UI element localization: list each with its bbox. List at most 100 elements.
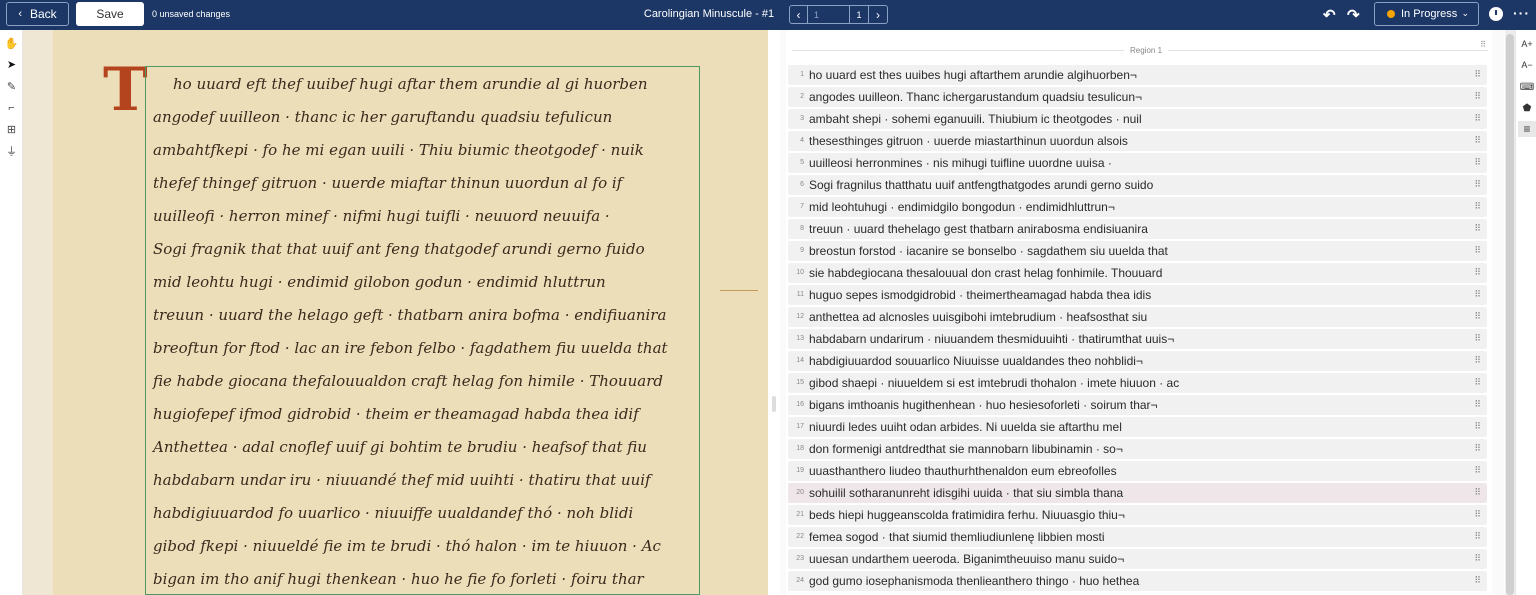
scrollbar-thumb[interactable] — [1506, 34, 1514, 595]
transcription-line[interactable]: 4 thesesthinges gitruon · uuerde miastart… — [788, 131, 1487, 151]
transcription-line[interactable]: 6 Sogi fragnilus thatthatu uuif antfength… — [788, 175, 1487, 195]
baseline-icon[interactable]: ⏚ — [2, 142, 21, 160]
drag-handle-icon[interactable]: ⠿ — [1474, 465, 1481, 476]
line-text[interactable]: Sogi fragnilus thatthatu uuif antfengtha… — [809, 178, 1153, 192]
line-text[interactable]: beds hiepi huggeanscolda fratimidira fer… — [809, 508, 1125, 522]
more-options-icon[interactable]: ··· — [1513, 5, 1530, 21]
drag-handle-icon[interactable]: ⠿ — [1474, 355, 1481, 366]
transcription-line[interactable]: 22 femea sogod · that siumid themliudiunl… — [788, 527, 1487, 547]
drag-handle-icon[interactable]: ⠿ — [1474, 267, 1481, 278]
transcription-line[interactable]: 14 habdigiuuardod souuarlico Niuuisse uua… — [788, 351, 1487, 371]
font-increase-button[interactable]: A+ — [1518, 36, 1536, 52]
transcription-line[interactable]: 23 uuesan undarthem ueeroda. Biganimtheuu… — [788, 549, 1487, 569]
undo-icon[interactable]: ↶ — [1323, 6, 1336, 24]
line-text[interactable]: god gumo iosephanismoda thenlieanthero t… — [809, 574, 1139, 588]
transcription-line[interactable]: 11 huguo sepes ismodgidrobid · theimerthe… — [788, 285, 1487, 305]
line-text[interactable]: femea sogod · that siumid themliudiunlen… — [809, 530, 1105, 544]
drag-handle-icon[interactable]: ⠿ — [1474, 399, 1481, 410]
line-text[interactable]: mid leohtuhugi · endimidgilo bongodun · … — [809, 200, 1115, 214]
line-text[interactable]: sohuilil sotharanunreht idisgihi uuida ·… — [809, 486, 1123, 500]
transcription-line[interactable]: 7 mid leohtuhugi · endimidgilo bongodun ·… — [788, 197, 1487, 217]
drag-handle-icon[interactable]: ⠿ — [1474, 553, 1481, 564]
transcription-line[interactable]: 8 treuun · uuard thehelago gest thatbarn … — [788, 219, 1487, 239]
keyboard-icon[interactable]: ⌨ — [1518, 79, 1536, 95]
transcription-line[interactable]: 5 uuilleosi herronmines · nis mihugi tuif… — [788, 153, 1487, 173]
hand-icon[interactable]: ✋ — [2, 34, 21, 52]
drag-handle-icon[interactable]: ⠿ — [1474, 179, 1481, 190]
page-number-input[interactable]: 1 — [808, 5, 850, 24]
drag-handle-icon[interactable]: ⠿ — [1480, 40, 1486, 49]
transcription-line[interactable]: 16 bigans imthoanis hugithenhean · huo he… — [788, 395, 1487, 415]
transcription-line[interactable]: 9 breostun forstod · iacanire se bonselbo… — [788, 241, 1487, 261]
transcription-line[interactable]: 10 sie habdegiocana thesalouual don crast… — [788, 263, 1487, 283]
drag-handle-icon[interactable]: ⠿ — [1474, 509, 1481, 520]
line-text[interactable]: sie habdegiocana thesalouual don crast h… — [809, 266, 1162, 280]
back-button[interactable]: ‹ Back — [6, 2, 69, 26]
pen-icon[interactable]: ✎ — [2, 77, 21, 95]
line-text[interactable]: ambaht shepi · sohemi eganuuili. Thiubiu… — [809, 112, 1142, 126]
transcription-line[interactable]: 17 niuurdi ledes uuiht odan arbides. Ni u… — [788, 417, 1487, 437]
manuscript-viewer[interactable]: T ho uuard eft thef uuibef hugi aftar th… — [23, 30, 768, 595]
drag-handle-icon[interactable]: ⠿ — [1474, 91, 1481, 102]
line-text[interactable]: uuasthanthero liudeo thauthurhthenaldon … — [809, 464, 1117, 478]
drag-handle-icon[interactable]: ⠿ — [1474, 245, 1481, 256]
drag-handle-icon[interactable]: ⠿ — [1474, 201, 1481, 212]
drag-handle-icon[interactable]: ⠿ — [1474, 157, 1481, 168]
drag-handle-icon[interactable]: ⠿ — [1474, 69, 1481, 80]
tag-icon[interactable]: ⬟ — [1518, 100, 1536, 116]
transcription-line[interactable]: 15 gibod shaepi · niuueldem si est imtebr… — [788, 373, 1487, 393]
line-text[interactable]: niuurdi ledes uuiht odan arbides. Ni uue… — [809, 420, 1122, 434]
line-text[interactable]: uuesan undarthem ueeroda. Biganimtheuuis… — [809, 552, 1124, 566]
save-label: Save — [96, 7, 124, 21]
line-text[interactable]: don formenigi antdredthat sie mannobarn … — [809, 442, 1123, 456]
drag-handle-icon[interactable]: ⠿ — [1474, 443, 1481, 454]
drag-handle-icon[interactable]: ⠿ — [1474, 135, 1481, 146]
history-clock-icon[interactable] — [1489, 7, 1503, 21]
transcription-line[interactable]: 18 don formenigi antdredthat sie mannobar… — [788, 439, 1487, 459]
previous-page-button[interactable]: ‹ — [789, 5, 808, 24]
status-dropdown[interactable]: In Progress ⌄ — [1374, 2, 1479, 26]
drag-handle-icon[interactable]: ⠿ — [1474, 421, 1481, 432]
redo-icon[interactable]: ↷ — [1347, 6, 1360, 24]
line-text[interactable]: gibod shaepi · niuueldem si est imtebrud… — [809, 376, 1179, 390]
line-text[interactable]: habdigiuuardod souuarlico Niuuisse uuald… — [809, 354, 1143, 368]
line-text[interactable]: habdabarn undarirum · niuuandem thesmidu… — [809, 332, 1174, 346]
transcription-line[interactable]: 24 god gumo iosephanismoda thenlieanthero… — [788, 571, 1487, 591]
drag-handle-icon[interactable]: ⠿ — [1474, 575, 1481, 586]
crop-icon[interactable]: ⌐ — [2, 99, 21, 117]
line-text[interactable]: bigans imthoanis hugithenhean · huo hesi… — [809, 398, 1158, 412]
line-text[interactable]: breostun forstod · iacanire se bonselbo … — [809, 244, 1168, 258]
transcription-line[interactable]: 3 ambaht shepi · sohemi eganuuili. Thiubi… — [788, 109, 1487, 129]
drag-handle-icon[interactable]: ⠿ — [1474, 223, 1481, 234]
transcription-line[interactable]: 13 habdabarn undarirum · niuuandem thesmi… — [788, 329, 1487, 349]
drag-handle-icon[interactable]: ⠿ — [1474, 531, 1481, 542]
line-text[interactable]: treuun · uuard thehelago gest thatbarn a… — [809, 222, 1148, 236]
transcription-line[interactable]: 2 angodes uuilleon. Thanc ichergarustandu… — [788, 87, 1487, 107]
drag-handle-icon[interactable]: ⠿ — [1474, 487, 1481, 498]
line-text[interactable]: huguo sepes ismodgidrobid · theimertheam… — [809, 288, 1151, 302]
line-text[interactable]: ho uuard est thes uuibes hugi aftarthem … — [809, 68, 1137, 82]
drag-handle-icon[interactable]: ⠿ — [1474, 333, 1481, 344]
line-text[interactable]: anthettea ad alcnosles uuisgibohi imtebr… — [809, 310, 1147, 324]
panel-splitter[interactable] — [768, 30, 780, 595]
transcription-line[interactable]: 1 ho uuard est thes uuibes hugi aftarthem… — [788, 65, 1487, 85]
list-icon[interactable]: ≡ — [1518, 121, 1536, 137]
transcription-line[interactable]: 12 anthettea ad alcnosles uuisgibohi imte… — [788, 307, 1487, 327]
pointer-icon[interactable]: ➤ — [2, 55, 21, 73]
scrollbar[interactable] — [1505, 30, 1515, 595]
layout-icon[interactable]: ⊞ — [2, 120, 21, 138]
line-text[interactable]: thesesthinges gitruon · uuerde miastarth… — [809, 134, 1128, 148]
font-decrease-button[interactable]: A− — [1518, 57, 1536, 73]
transcription-line[interactable]: 19 uuasthanthero liudeo thauthurhthenaldo… — [788, 461, 1487, 481]
drag-handle-icon[interactable]: ⠿ — [1474, 289, 1481, 300]
next-page-button[interactable]: › — [869, 5, 888, 24]
save-button[interactable]: Save — [76, 2, 144, 26]
drag-handle-icon[interactable]: ⠿ — [1474, 377, 1481, 388]
transcription-line[interactable]: 20 sohuilil sotharanunreht idisgihi uuida… — [788, 483, 1487, 503]
line-text[interactable]: angodes uuilleon. Thanc ichergarustandum… — [809, 90, 1142, 104]
transcription-line[interactable]: 21 beds hiepi huggeanscolda fratimidira f… — [788, 505, 1487, 525]
drag-handle-icon[interactable]: ⠿ — [1474, 113, 1481, 124]
line-text[interactable]: uuilleosi herronmines · nis mihugi tuifl… — [809, 156, 1112, 170]
splitter-handle[interactable] — [772, 396, 776, 412]
drag-handle-icon[interactable]: ⠿ — [1474, 311, 1481, 322]
